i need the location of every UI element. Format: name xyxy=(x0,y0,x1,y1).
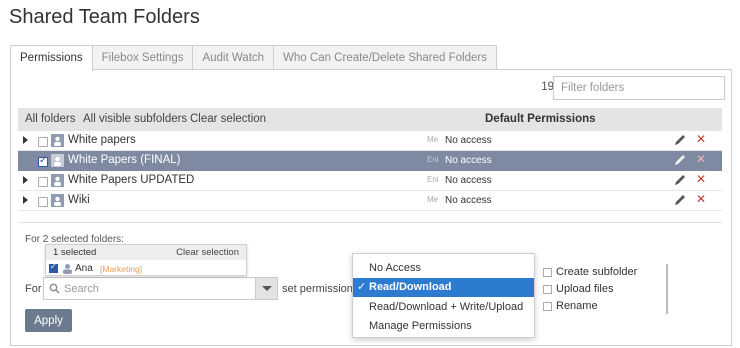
folder-name[interactable]: White Papers UPDATED xyxy=(68,174,194,186)
for-label: For xyxy=(25,283,42,295)
extra-permission-options: Create subfolder Upload files Rename xyxy=(537,264,668,314)
shared-folder-icon xyxy=(51,194,64,207)
user-group: [Marketing] xyxy=(100,264,143,274)
chevron-down-icon[interactable] xyxy=(255,278,277,299)
table-row[interactable]: White papers Me No access ✕ xyxy=(18,131,722,151)
default-permissions-header: Default Permissions xyxy=(485,113,596,125)
owner-tag: Me xyxy=(427,135,439,144)
table-row[interactable]: White Papers UPDATED Eni No access ✕ xyxy=(18,171,722,191)
option-checkbox[interactable] xyxy=(543,285,552,294)
row-checkbox[interactable] xyxy=(38,177,48,187)
row-checkbox[interactable] xyxy=(38,137,48,147)
table-row[interactable]: White Papers (FINAL) Eni No access ✕ xyxy=(18,151,722,171)
popup-header: 1 selected Clear selection xyxy=(46,245,246,260)
user-search-input[interactable] xyxy=(62,280,247,297)
set-permissions-label: set permissions xyxy=(282,283,359,295)
all-folders-link[interactable]: All folders xyxy=(25,113,76,125)
expand-caret-icon[interactable] xyxy=(23,196,28,204)
edit-pencil-icon[interactable] xyxy=(673,193,687,207)
option-checkbox[interactable] xyxy=(543,268,552,277)
page-title: Shared Team Folders xyxy=(9,6,200,28)
delete-x-icon[interactable]: ✕ xyxy=(696,132,706,146)
apply-button[interactable]: Apply xyxy=(25,309,72,332)
tab-bar: Permissions Filebox Settings Audit Watch… xyxy=(10,45,497,71)
expand-caret-icon[interactable] xyxy=(23,136,28,144)
shared-folder-icon xyxy=(51,174,64,187)
row-checkbox[interactable] xyxy=(38,155,48,167)
option-checkbox[interactable] xyxy=(543,302,552,311)
tab-who-can-create-delete[interactable]: Who Can Create/Delete Shared Folders xyxy=(273,45,497,70)
default-permission: No access xyxy=(445,195,492,206)
user-checkbox[interactable] xyxy=(49,262,58,273)
section-divider xyxy=(18,222,722,223)
folder-name[interactable]: Wiki xyxy=(68,194,90,206)
folder-name[interactable]: White Papers (FINAL) xyxy=(68,154,180,166)
filter-folders-input[interactable] xyxy=(553,76,725,100)
default-permission: No access xyxy=(445,135,492,146)
default-permission: No access xyxy=(445,155,492,166)
checkmark-icon: ✓ xyxy=(357,281,367,293)
menu-item-read-download[interactable]: ✓ Read/Download xyxy=(353,278,534,297)
table-row[interactable]: Wiki Me No access ✕ xyxy=(18,191,722,211)
clear-selection-link[interactable]: Clear selection xyxy=(190,113,266,125)
selected-count: 1 selected xyxy=(53,247,97,258)
all-visible-subfolders-link[interactable]: All visible subfolders xyxy=(83,113,187,125)
permission-dropdown-menu[interactable]: No Access ✓ Read/Download Read/Download +… xyxy=(352,253,535,338)
tab-audit-watch[interactable]: Audit Watch xyxy=(192,45,275,70)
shared-folder-icon xyxy=(51,134,64,147)
edit-pencil-icon[interactable] xyxy=(673,133,687,147)
table-header: All folders All visible subfolders Clear… xyxy=(18,108,722,131)
edit-pencil-icon[interactable] xyxy=(673,153,687,167)
menu-item-no-access[interactable]: No Access xyxy=(353,259,534,278)
tab-permissions[interactable]: Permissions xyxy=(10,45,93,71)
delete-x-icon[interactable]: ✕ xyxy=(696,172,706,186)
edit-pencil-icon[interactable] xyxy=(673,173,687,187)
shared-folder-icon xyxy=(51,154,64,167)
menu-item-read-download-write-upload[interactable]: Read/Download + Write/Upload xyxy=(353,298,534,317)
folder-name[interactable]: White papers xyxy=(68,134,136,146)
user-icon xyxy=(63,264,72,274)
menu-item-manage-permissions[interactable]: Manage Permissions xyxy=(353,317,534,336)
owner-tag: Me xyxy=(427,195,439,204)
row-checkbox[interactable] xyxy=(38,197,48,207)
delete-x-icon[interactable]: ✕ xyxy=(696,192,706,206)
owner-tag: Eni xyxy=(427,175,439,184)
selected-users-popup: 1 selected Clear selection Ana [Marketin… xyxy=(45,244,247,276)
delete-x-icon[interactable]: ✕ xyxy=(696,152,706,166)
user-search-combobox[interactable] xyxy=(43,277,278,300)
expand-caret-icon[interactable] xyxy=(23,176,28,184)
user-name: Ana xyxy=(75,263,93,274)
owner-tag: Eni xyxy=(427,155,439,164)
tab-filebox-settings[interactable]: Filebox Settings xyxy=(91,45,194,70)
default-permission: No access xyxy=(445,175,492,186)
popup-clear-selection-link[interactable]: Clear selection xyxy=(176,247,239,258)
search-icon xyxy=(49,283,60,294)
